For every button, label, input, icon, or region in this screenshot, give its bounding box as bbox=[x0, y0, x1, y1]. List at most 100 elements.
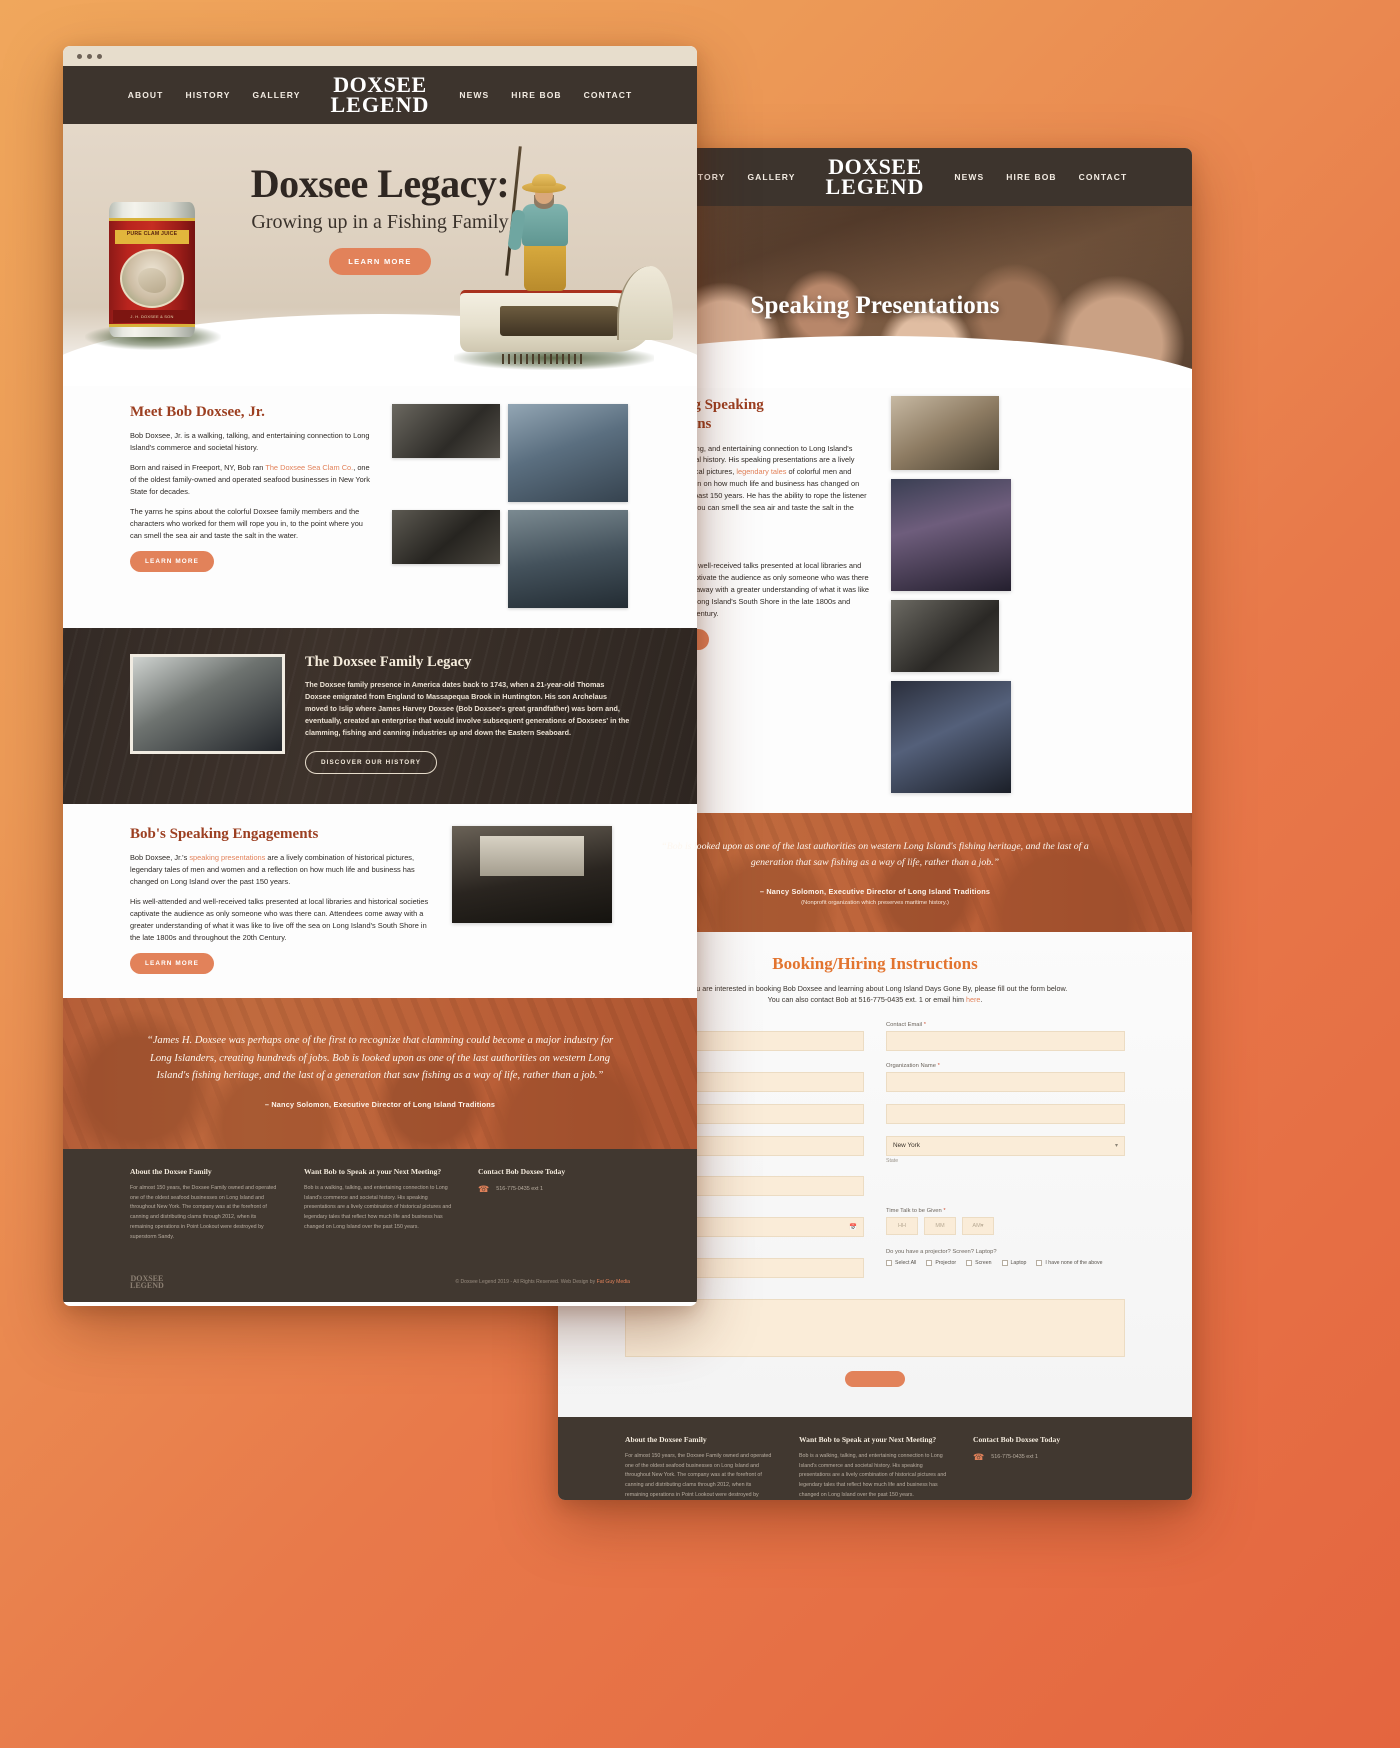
field-street-address bbox=[886, 1103, 1125, 1124]
footer-col-speak-2: Want Bob to Speak at your Next Meeting? … bbox=[799, 1434, 947, 1498]
footer-col-speak-1: Want Bob to Speak at your Next Meeting? … bbox=[304, 1166, 452, 1231]
booking-form-grid: Contact Name * Contact Email * Phone Num… bbox=[625, 1022, 1125, 1357]
time-hours-input[interactable]: HH bbox=[886, 1216, 918, 1235]
organization-name-input[interactable] bbox=[886, 1071, 1125, 1092]
window-close-dot[interactable] bbox=[77, 53, 82, 59]
contact-email-input[interactable] bbox=[886, 1030, 1125, 1051]
family-legacy-section: The Doxsee Family Legacy The Doxsee fami… bbox=[63, 628, 697, 805]
clammer-boat-illustration bbox=[454, 146, 673, 370]
meet-bob-p1: Bob Doxsee, Jr. is a walking, talking, a… bbox=[130, 431, 370, 452]
hero-learn-more-button[interactable]: LEARN MORE bbox=[329, 248, 431, 275]
field-organization-name: Organization Name * bbox=[886, 1063, 1125, 1092]
meet-bob-heading: Meet Bob Doxsee, Jr. bbox=[130, 404, 265, 420]
can-label-top-text: PURE CLAM JUICE bbox=[126, 231, 178, 237]
legacy-heading: The Doxsee Family Legacy bbox=[305, 654, 472, 670]
window-minimize-dot[interactable] bbox=[87, 53, 92, 59]
gallery-image-3[interactable] bbox=[890, 600, 999, 672]
speaking-p2: His well-attended and well-received talk… bbox=[130, 897, 429, 943]
submit-button[interactable] bbox=[845, 1370, 905, 1387]
checkbox-screen[interactable]: Screen bbox=[966, 1259, 992, 1266]
time-minutes-input[interactable]: MM bbox=[924, 1216, 956, 1235]
meet-bob-learn-more-button[interactable]: LEARN MORE bbox=[130, 550, 214, 572]
street-address-input[interactable] bbox=[886, 1103, 1125, 1124]
speaking-learn-more-button-1[interactable]: LEARN MORE bbox=[130, 953, 214, 975]
speaking-gallery bbox=[890, 396, 1125, 793]
speaking-photo[interactable] bbox=[452, 826, 612, 924]
equipment-question-label: Do you have a projector? Screen? Laptop? bbox=[886, 1248, 997, 1255]
field-contact-email: Contact Email * bbox=[886, 1022, 1125, 1051]
checkbox-select-all[interactable]: Select All bbox=[886, 1259, 916, 1266]
nav-link-news-2[interactable]: NEWS bbox=[954, 172, 984, 182]
quote-band-1: “James H. Doxsee was perhaps one of the … bbox=[63, 998, 697, 1149]
doxsee-sea-clam-link[interactable]: The Doxsee Sea Clam Co. bbox=[265, 463, 353, 472]
nav-link-contact-2[interactable]: CONTACT bbox=[1079, 172, 1128, 182]
quote-attribution-1: – Nancy Solomon, Executive Director of L… bbox=[264, 1099, 496, 1109]
footer-phone-2[interactable]: ☎ 516-775-0435 ext 1 bbox=[973, 1452, 1121, 1463]
field-details: Please enter details below bbox=[625, 1290, 1125, 1357]
hero-home: PURE CLAM JUICE J. H. DOXSEE & SON Doxse… bbox=[63, 124, 697, 386]
checkbox-icon bbox=[1001, 1259, 1008, 1266]
state-select[interactable]: New York ▾ bbox=[886, 1135, 1125, 1156]
logo-line-2: LEGEND bbox=[330, 92, 430, 117]
browser-chrome-bar bbox=[63, 46, 697, 66]
calendar-icon: 📅 bbox=[849, 1223, 857, 1231]
discover-history-button[interactable]: DISCOVER OUR HISTORY bbox=[305, 751, 438, 775]
site-logo-2[interactable]: DOXSEE LEGEND bbox=[825, 155, 925, 199]
state-hint: State bbox=[886, 1157, 899, 1164]
browser-window-home: ABOUT HISTORY GALLERY DOXSEE LEGEND NEWS… bbox=[63, 46, 697, 1306]
speaking-heading: Bob's Speaking Engagements bbox=[130, 826, 319, 843]
footer-col-contact-2: Contact Bob Doxsee Today ☎ 516-775-0435 … bbox=[973, 1435, 1121, 1500]
site-navigation-1: ABOUT HISTORY GALLERY DOXSEE LEGEND NEWS… bbox=[63, 66, 697, 124]
footer-2: About the Doxsee Family For almost 150 y… bbox=[558, 1416, 1192, 1500]
nav-link-history-1[interactable]: HISTORY bbox=[185, 90, 230, 100]
logo-line-2: LEGEND bbox=[825, 174, 925, 199]
thumbnail-fishing-vessel[interactable] bbox=[508, 404, 629, 502]
chevron-down-icon: ▾ bbox=[1114, 1143, 1118, 1150]
nav-link-gallery-1[interactable]: GALLERY bbox=[252, 90, 300, 100]
details-textarea[interactable] bbox=[625, 1298, 1125, 1357]
checkbox-icon bbox=[966, 1259, 973, 1266]
gallery-image-4[interactable] bbox=[890, 681, 1011, 793]
checkbox-none[interactable]: I have none of the above bbox=[1036, 1259, 1103, 1266]
nav-link-hire-bob-1[interactable]: HIRE BOB bbox=[511, 90, 561, 100]
legendary-tales-link[interactable]: legendary tales bbox=[736, 467, 786, 476]
nav-link-gallery-2[interactable]: GALLERY bbox=[747, 172, 795, 182]
gallery-image-2[interactable] bbox=[890, 479, 1011, 591]
booking-form-lead: If you are interested in booking Bob Dox… bbox=[682, 983, 1068, 1005]
thumbnail-clam-sorting[interactable] bbox=[392, 510, 501, 564]
checkbox-icon bbox=[886, 1259, 892, 1266]
checkbox-projector[interactable]: Projector bbox=[926, 1259, 956, 1266]
footer-col-about-2: About the Doxsee Family For almost 150 y… bbox=[625, 1434, 772, 1498]
footer-copyright-1: © Doxsee Legend 2019 - All Rights Reserv… bbox=[455, 1279, 630, 1286]
field-state: New York ▾ State bbox=[886, 1135, 1125, 1164]
phone-icon: ☎ bbox=[478, 1183, 490, 1194]
checkbox-laptop[interactable]: Laptop bbox=[1001, 1259, 1026, 1266]
window-maximize-dot[interactable] bbox=[97, 53, 102, 59]
nav-link-news-1[interactable]: NEWS bbox=[459, 90, 489, 100]
time-ampm-select[interactable]: AM ▾ bbox=[962, 1216, 994, 1235]
nav-link-hire-bob-2[interactable]: HIRE BOB bbox=[1006, 172, 1056, 182]
footer-credit-link-1[interactable]: Fat Guy Media bbox=[597, 1279, 630, 1285]
field-time-of-talk: Time Talk to be Given * HH MM AM ▾ bbox=[886, 1208, 1125, 1237]
quote-subnote-2: (Nonprofit organization which preserves … bbox=[801, 899, 949, 906]
site-logo-1[interactable]: DOXSEE LEGEND bbox=[330, 73, 430, 117]
thumbnail-bob-portrait[interactable] bbox=[508, 510, 629, 608]
nav-link-about-1[interactable]: ABOUT bbox=[128, 90, 164, 100]
thumbnail-boat-rigging[interactable] bbox=[392, 404, 501, 458]
footer-phone-1[interactable]: ☎ 516-775-0435 ext 1 bbox=[478, 1184, 626, 1195]
meet-bob-section: Meet Bob Doxsee, Jr. Bob Doxsee, Jr. is … bbox=[63, 386, 697, 628]
meet-bob-p2: Born and raised in Freeport, NY, Bob ran… bbox=[130, 462, 370, 496]
phone-icon: ☎ bbox=[973, 1451, 985, 1462]
gallery-image-1[interactable] bbox=[890, 396, 999, 470]
speaking-presentations-link[interactable]: speaking presentations bbox=[189, 853, 265, 862]
meet-bob-thumbnails bbox=[392, 404, 630, 608]
clam-juice-can-illustration: PURE CLAM JUICE J. H. DOXSEE & SON bbox=[109, 202, 195, 337]
nav-link-contact-1[interactable]: CONTACT bbox=[584, 90, 633, 100]
legacy-photo[interactable] bbox=[130, 654, 285, 754]
footer-logo-1[interactable]: DOXSEE LEGEND bbox=[130, 1274, 164, 1290]
quote-text-1: “James H. Doxsee was perhaps one of the … bbox=[146, 1035, 614, 1081]
quote-attribution-2: – Nancy Solomon, Executive Director of L… bbox=[759, 886, 991, 896]
checkbox-icon bbox=[1036, 1259, 1043, 1266]
can-label-bottom-text: J. H. DOXSEE & SON bbox=[113, 310, 191, 323]
email-here-link[interactable]: here bbox=[966, 995, 980, 1004]
